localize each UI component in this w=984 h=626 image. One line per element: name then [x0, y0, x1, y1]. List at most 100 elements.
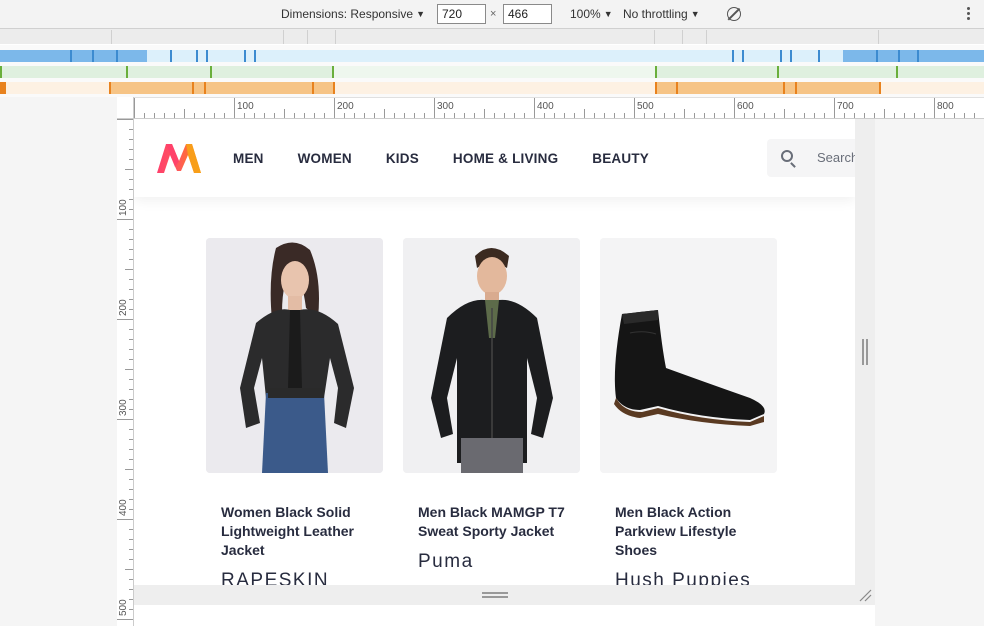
- mq-tick: [126, 66, 128, 78]
- ruler-label: 600: [737, 101, 754, 112]
- product-name[interactable]: Women Black Solid Lightweight Leather Ja…: [221, 503, 371, 560]
- ruler-tick: [474, 113, 475, 118]
- preset-segment[interactable]: [284, 30, 308, 44]
- ruler-tick: [117, 219, 133, 220]
- min-width-queries-bar: [0, 82, 984, 94]
- product-image-black-chelsea-boot[interactable]: [600, 238, 777, 473]
- mq-tick: [70, 50, 72, 62]
- ruler-tick: [129, 379, 133, 380]
- myntra-logo[interactable]: [154, 141, 204, 175]
- search-input[interactable]: Search: [767, 139, 855, 177]
- ruler-tick: [117, 319, 133, 320]
- product-photo: [600, 238, 777, 473]
- site-header: MEN WOMEN KIDS HOME & LIVING BEAUTY Sear…: [134, 119, 855, 197]
- ruler-tick: [129, 289, 133, 290]
- dimensions-dropdown[interactable]: Dimensions: Responsive ▼: [281, 7, 425, 21]
- ruler-tick: [964, 113, 965, 118]
- ruler-tick: [924, 113, 925, 118]
- mq-tick: [192, 82, 194, 94]
- left-gutter: [0, 97, 117, 626]
- mq-bar[interactable]: [843, 50, 984, 62]
- viewport-right-resizer[interactable]: [855, 119, 875, 585]
- ruler-label: 100: [118, 199, 129, 216]
- ruler-tick: [129, 279, 133, 280]
- width-input[interactable]: [437, 4, 486, 24]
- product-name[interactable]: Men Black MAMGP T7 Sweat Sporty Jacket: [418, 503, 568, 541]
- ruler-tick: [129, 589, 133, 590]
- nav-item-beauty[interactable]: BEAUTY: [592, 151, 649, 166]
- viewport-bottom-resizer[interactable]: [134, 585, 875, 605]
- preset-segment[interactable]: [336, 30, 655, 44]
- mq-bar[interactable]: [655, 82, 881, 94]
- ruler-corner: [117, 97, 134, 119]
- mq-tick: [244, 50, 246, 62]
- preset-segment[interactable]: [707, 30, 879, 44]
- preset-segment[interactable]: [112, 30, 284, 44]
- ruler-tick: [125, 169, 133, 170]
- ruler-tick: [129, 249, 133, 250]
- preset-segment[interactable]: [0, 30, 112, 44]
- ruler-tick: [129, 579, 133, 580]
- corner-resize-icon[interactable]: [858, 588, 872, 602]
- ruler-tick: [874, 113, 875, 118]
- mq-bar[interactable]: [655, 66, 984, 78]
- ruler-tick: [129, 329, 133, 330]
- ruler-tick: [224, 113, 225, 118]
- nav-item-men[interactable]: MEN: [233, 151, 264, 166]
- ruler-tick: [129, 129, 133, 130]
- ruler-tick: [634, 98, 635, 118]
- ruler-label: 400: [118, 499, 129, 516]
- mq-bar[interactable]: [0, 50, 147, 62]
- product-card[interactable]: Women Black Solid Lightweight Leather Ja…: [206, 238, 383, 585]
- ruler-tick: [129, 149, 133, 150]
- ruler-tick: [884, 109, 885, 118]
- mq-bar[interactable]: [109, 82, 335, 94]
- mq-bar[interactable]: [0, 82, 6, 94]
- preset-segment[interactable]: [308, 30, 336, 44]
- ruler-tick: [129, 499, 133, 500]
- height-input[interactable]: [503, 4, 552, 24]
- ruler-tick: [244, 113, 245, 118]
- nav-item-kids[interactable]: KIDS: [386, 151, 419, 166]
- preset-segment[interactable]: [683, 30, 707, 44]
- ruler-tick: [129, 259, 133, 260]
- nav-item-home-living[interactable]: HOME & LIVING: [453, 151, 558, 166]
- product-name[interactable]: Men Black Action Parkview Lifestyle Shoe…: [615, 503, 765, 560]
- zoom-dropdown[interactable]: 100% ▼: [570, 7, 613, 21]
- mq-tick: [732, 50, 734, 62]
- nav-item-women[interactable]: WOMEN: [298, 151, 352, 166]
- ruler-tick: [434, 98, 435, 118]
- ruler-tick: [564, 113, 565, 118]
- ruler-tick: [129, 449, 133, 450]
- ruler-tick: [494, 113, 495, 118]
- ruler-tick: [154, 113, 155, 118]
- rotate-icon[interactable]: [727, 7, 741, 21]
- ruler-tick: [824, 113, 825, 118]
- ruler-tick: [125, 469, 133, 470]
- ruler-tick: [129, 139, 133, 140]
- product-image-woman-leather-jacket[interactable]: [206, 238, 383, 473]
- more-options-icon[interactable]: [967, 6, 971, 22]
- ruler-tick: [864, 113, 865, 118]
- ruler-tick: [544, 113, 545, 118]
- ruler-label: 300: [118, 399, 129, 416]
- product-card[interactable]: Men Black MAMGP T7 Sweat Sporty Jacket P…: [403, 238, 580, 585]
- mq-bar[interactable]: [0, 66, 334, 78]
- ruler-tick: [129, 359, 133, 360]
- ruler-tick: [524, 113, 525, 118]
- ruler-tick: [194, 113, 195, 118]
- min-max-queries-bar: [0, 66, 984, 78]
- product-image-man-sport-jacket[interactable]: [403, 238, 580, 473]
- ruler-label: 300: [437, 101, 454, 112]
- ruler-tick: [654, 113, 655, 118]
- ruler-tick: [125, 569, 133, 570]
- ruler-tick: [414, 113, 415, 118]
- mq-tick: [676, 82, 678, 94]
- chevron-down-icon: ▼: [603, 9, 613, 19]
- ruler-tick: [624, 113, 625, 118]
- throttling-dropdown[interactable]: No throttling ▼: [623, 7, 700, 21]
- product-card[interactable]: Men Black Action Parkview Lifestyle Shoe…: [600, 238, 777, 585]
- mq-tick: [742, 50, 744, 62]
- preset-segment[interactable]: [655, 30, 683, 44]
- vertical-ruler: 100 200 300 400 500: [117, 119, 134, 626]
